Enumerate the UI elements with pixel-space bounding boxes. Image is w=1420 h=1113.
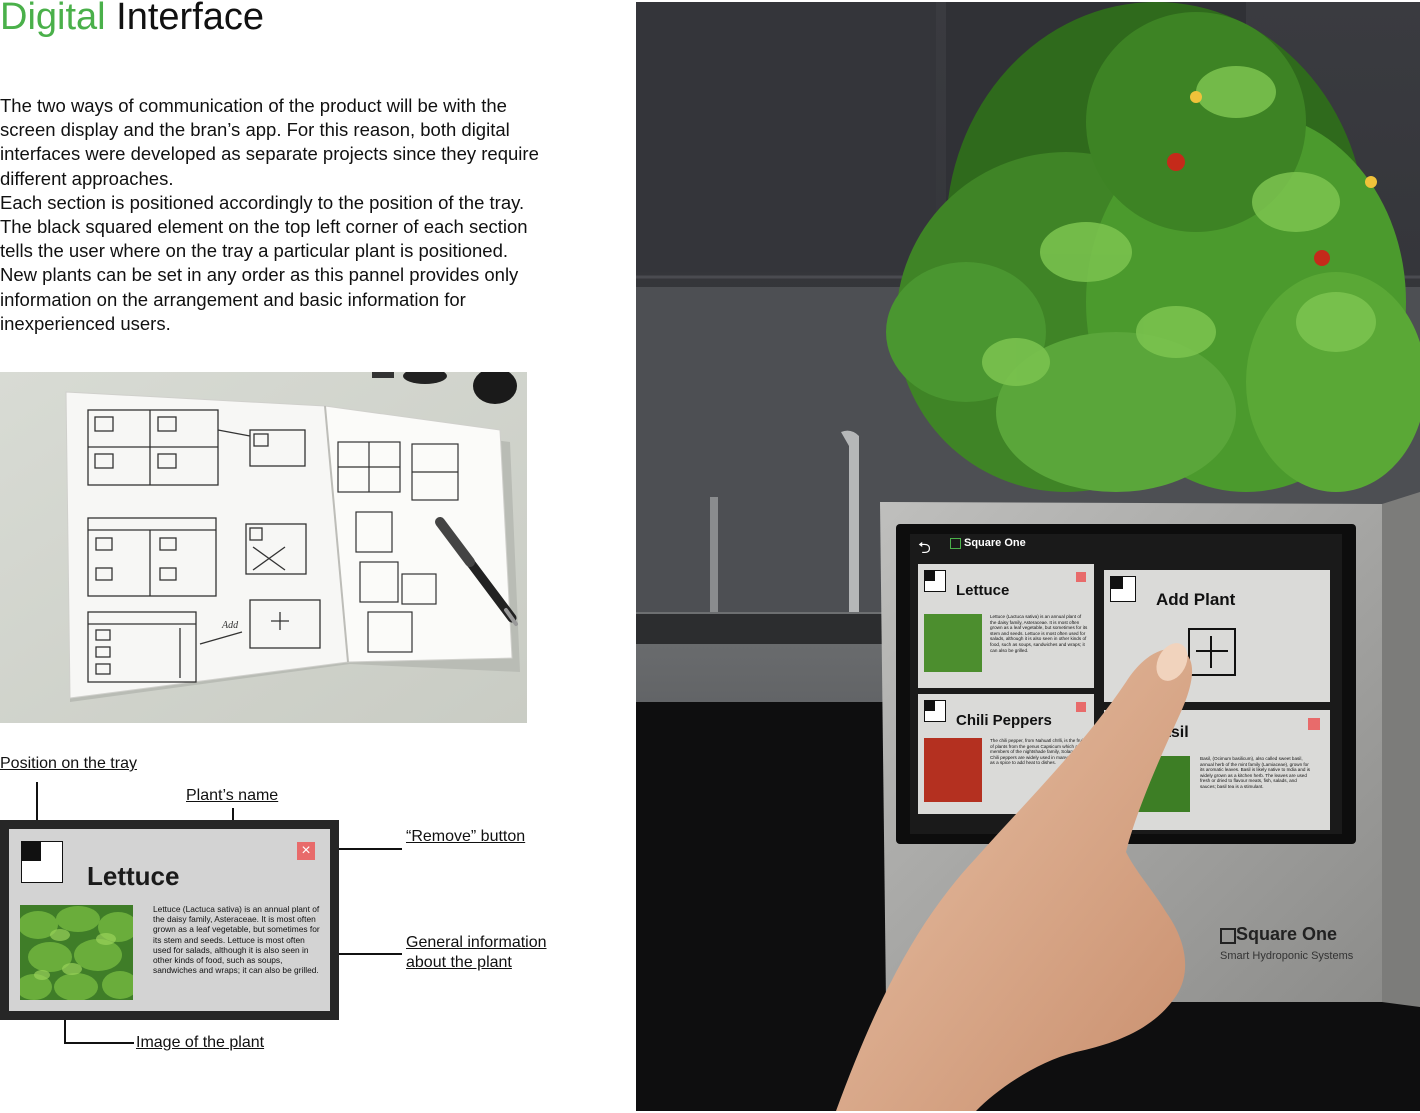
plant-card-screen: Lettuce × Lettuce (Lactuca sativa) is an… [9, 829, 330, 1011]
lettuce-image [20, 905, 133, 1000]
plant-card-mockup: Lettuce × Lettuce (Lactuca sativa) is an… [0, 820, 339, 1020]
annotation-general-info-1: General information [406, 934, 547, 951]
annotation-position-on-tray: Position on the tray [0, 755, 137, 772]
intro-paragraph-1: The two ways of communication of the pro… [0, 95, 539, 189]
leader-line-image-h [64, 1042, 134, 1044]
intro-paragraph-2: Each section is positioned accordingly t… [0, 191, 528, 334]
page-title-rest: Interface [105, 0, 265, 38]
remove-button[interactable] [1308, 718, 1320, 730]
brand-square-icon [950, 538, 961, 549]
tray-position-marker [21, 841, 63, 883]
hand-illustration [836, 643, 1193, 1111]
annotation-image-of-plant: Image of the plant [136, 1034, 265, 1051]
tile-name: Add Plant [1156, 590, 1236, 609]
back-arrow-icon[interactable]: ⮌ [918, 537, 931, 564]
plant-general-info: Lettuce (Lactuca sativa) is an annual pl… [153, 904, 320, 976]
annotation-plant-name: Plant’s name [186, 787, 279, 804]
plant-image [20, 905, 133, 1000]
plant-name: Lettuce [87, 861, 180, 891]
annotation-general-info-2: about the plant [406, 954, 512, 971]
remove-button[interactable] [1076, 572, 1086, 582]
intro-text: The two ways of communication of the pro… [0, 94, 540, 336]
device-brand-small: Square One [964, 537, 1026, 549]
remove-button[interactable]: × [297, 842, 315, 860]
page-title: Digital Interface [0, 0, 264, 40]
annotation-remove-button: “Remove” button [406, 828, 526, 845]
sketchbook-illustration: Add [0, 372, 527, 723]
sketch-handwritten-add: Add [221, 620, 239, 631]
tile-position-marker [924, 570, 946, 592]
tile-position-marker [1110, 576, 1136, 602]
tile-name: Lettuce [956, 582, 1010, 599]
sketchbook-photo: Add [0, 372, 527, 723]
product-photo: ⮌ Square One Lettuce Lettuce (Lactuca sa… [636, 2, 1420, 1111]
page-title-accent: Digital [0, 0, 106, 38]
